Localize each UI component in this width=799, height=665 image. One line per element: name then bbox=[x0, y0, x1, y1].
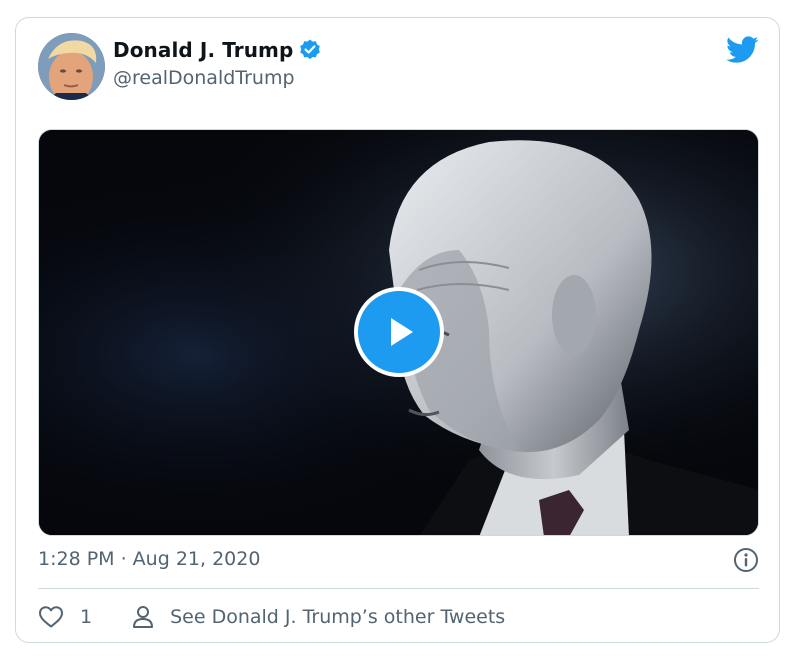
see-other-tweets-label: See Donald J. Trump’s other Tweets bbox=[170, 606, 506, 628]
like-count: 1 bbox=[80, 606, 93, 628]
avatar-photo bbox=[38, 33, 105, 100]
play-button[interactable] bbox=[354, 287, 444, 377]
video-player[interactable] bbox=[38, 129, 759, 536]
author-name-row[interactable]: Donald J. Trump bbox=[113, 38, 322, 62]
author-avatar[interactable] bbox=[38, 33, 105, 100]
heart-icon bbox=[39, 606, 63, 628]
verified-badge-icon bbox=[298, 38, 322, 62]
author-handle[interactable]: @realDonaldTrump bbox=[113, 67, 295, 89]
see-other-tweets-link[interactable]: See Donald J. Trump’s other Tweets bbox=[132, 605, 505, 629]
twitter-bird-icon[interactable] bbox=[726, 36, 759, 64]
embedded-tweet-card[interactable]: Donald J. Trump @realDonaldTrump 1:28 PM… bbox=[15, 17, 780, 643]
divider bbox=[38, 588, 759, 589]
like-button[interactable]: 1 bbox=[38, 605, 92, 629]
tweet-timestamp[interactable]: 1:28 PM · Aug 21, 2020 bbox=[38, 548, 260, 570]
play-icon bbox=[391, 318, 413, 346]
person-icon bbox=[133, 606, 154, 628]
tweet-actions: 1 See Donald J. Trump’s other Tweets bbox=[38, 602, 505, 632]
info-icon[interactable] bbox=[733, 547, 759, 573]
author-display-name[interactable]: Donald J. Trump bbox=[113, 38, 293, 62]
